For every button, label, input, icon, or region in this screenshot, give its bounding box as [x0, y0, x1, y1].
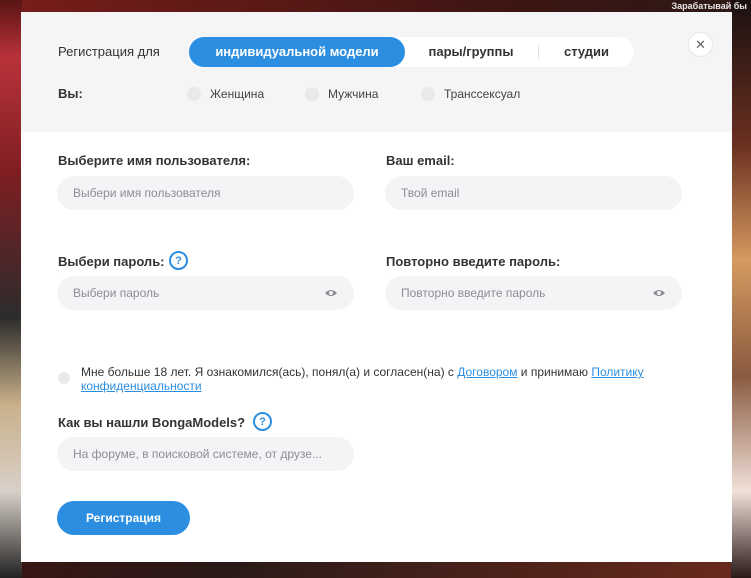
referral-input[interactable] — [57, 437, 354, 471]
agreement-text-part: и принимаю — [517, 365, 592, 379]
contract-link[interactable]: Договором — [457, 365, 517, 379]
password-help-icon[interactable]: ? — [169, 251, 188, 270]
password-input[interactable] — [57, 276, 354, 310]
radio-button[interactable] — [421, 87, 435, 101]
agreement-text-part: Мне больше 18 лет. Я ознакомился(ась), п… — [81, 365, 458, 379]
gender-option-female[interactable]: Женщина — [187, 86, 264, 102]
close-icon: ✕ — [695, 36, 706, 52]
tab-studios[interactable]: студии — [539, 37, 634, 67]
referral-label: Как вы нашли BongaModels? — [58, 415, 246, 430]
background-promo-text: Зарабатывай бы — [671, 1, 747, 11]
tab-individual-model[interactable]: индивидуальной модели — [189, 37, 405, 67]
background-left-image — [0, 0, 22, 578]
agreement-text: Мне больше 18 лет. Я ознакомился(ась), п… — [81, 365, 701, 393]
radio-button[interactable] — [187, 87, 201, 101]
background-right-image — [731, 0, 751, 578]
gender-label: Вы: — [58, 86, 83, 101]
radio-button[interactable] — [305, 87, 319, 101]
register-for-label: Регистрация для — [58, 44, 160, 59]
gender-option-label: Мужчина — [328, 87, 379, 101]
age-agreement-checkbox[interactable] — [58, 372, 70, 384]
close-button[interactable]: ✕ — [688, 32, 713, 57]
gender-option-label: Женщина — [210, 87, 265, 101]
gender-option-male[interactable]: Мужчина — [305, 86, 378, 102]
password-label: Выбери пароль: — [58, 254, 165, 269]
show-password-eye-icon[interactable] — [324, 288, 338, 298]
tab-couples-groups[interactable]: пары/группы — [405, 37, 537, 67]
username-label: Выберите имя пользователя: — [58, 153, 251, 168]
username-input[interactable] — [57, 176, 354, 210]
account-type-selector: индивидуальной модели пары/группы студии — [189, 37, 634, 67]
password-repeat-input[interactable] — [385, 276, 682, 310]
referral-help-icon[interactable]: ? — [253, 412, 272, 431]
register-button[interactable]: Регистрация — [57, 501, 190, 535]
registration-modal: ✕ Регистрация для индивидуальной модели … — [21, 12, 732, 562]
email-label: Ваш email: — [386, 153, 455, 168]
gender-option-label: Транссексуал — [444, 87, 521, 101]
password-repeat-label: Повторно введите пароль: — [386, 254, 561, 269]
email-input[interactable] — [385, 176, 682, 210]
gender-option-transsexual[interactable]: Транссексуал — [421, 86, 520, 102]
modal-header-area — [21, 12, 732, 132]
show-password-repeat-eye-icon[interactable] — [652, 288, 666, 298]
